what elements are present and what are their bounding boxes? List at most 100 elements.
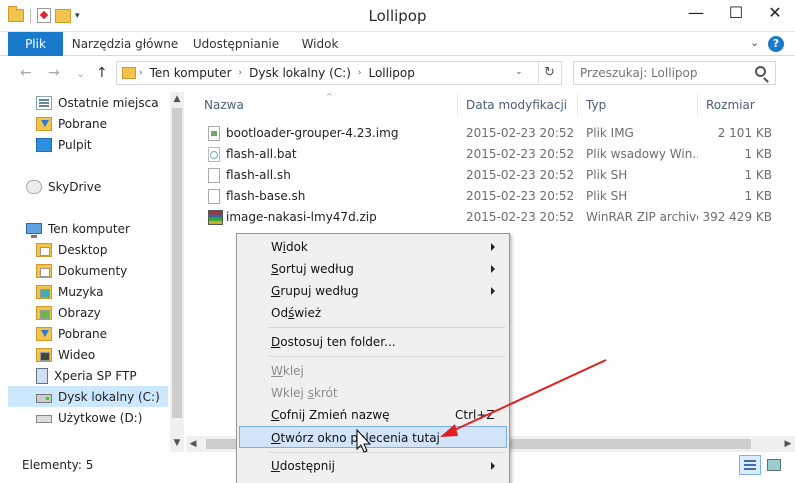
breadcrumb-separator[interactable]: › [236, 68, 246, 78]
title-bar: ▾ Lollipop — ☐ ✕ [0, 0, 795, 32]
downloads-icon [36, 326, 52, 341]
new-folder-icon[interactable] [55, 8, 71, 23]
sidebar-item-label: Wideo [58, 347, 96, 362]
scroll-left-icon[interactable]: ◀ [186, 436, 200, 452]
file-row[interactable]: flash-all.sh 2015-02-23 20:52 Plik SH 1 … [196, 165, 781, 186]
menu-accelerator: G [271, 284, 281, 298]
column-size[interactable]: Rozmiar [698, 94, 780, 116]
file-row[interactable]: flash-base.sh 2015-02-23 20:52 Plik SH 1… [196, 186, 781, 207]
details-view-icon[interactable] [739, 455, 761, 475]
maximize-button[interactable]: ☐ [716, 0, 756, 28]
scroll-down-icon[interactable]: ▼ [170, 436, 184, 450]
menu-item-refresh[interactable]: Odśwież [239, 302, 507, 324]
sidebar-item-documents[interactable]: Dokumenty [36, 260, 127, 281]
search-icon[interactable] [755, 66, 766, 77]
large-icons-view-icon[interactable] [763, 455, 785, 475]
scroll-right-icon[interactable]: ▶ [781, 436, 795, 452]
sidebar-item-downloads-2[interactable]: Pobrane [36, 323, 107, 344]
breadcrumb-separator[interactable]: › [136, 68, 146, 78]
menu-item-sort-by[interactable]: Sortuj według [239, 258, 507, 280]
expand-ribbon-icon[interactable]: ⌄ [750, 36, 759, 49]
breadcrumb-local-disk[interactable]: Dysk lokalny (C:) [245, 66, 355, 80]
menu-label: ofnij Zmień nazwę [279, 408, 390, 422]
documents-icon [36, 263, 52, 278]
sidebar-item-skydrive[interactable]: SkyDrive [26, 176, 101, 197]
address-bar[interactable]: › Ten komputer › Dysk lokalny (C:) › Lol… [116, 61, 562, 85]
sidebar-item-drive-d[interactable]: Użytkowe (D:) [36, 407, 142, 428]
menu-label: rupuj według [280, 284, 359, 298]
tab-share[interactable]: Udostępnianie [190, 32, 282, 56]
scrollbar-thumb[interactable] [172, 108, 182, 418]
tab-file[interactable]: Plik [8, 32, 63, 56]
file-row[interactable]: flash-all.bat 2015-02-23 20:52 Plik wsad… [196, 144, 781, 165]
close-button[interactable]: ✕ [755, 0, 795, 28]
tab-home[interactable]: Narzędzia główne [70, 32, 180, 56]
sidebar-item-recent-places[interactable]: Ostatnie miejsca [36, 92, 159, 113]
file-row[interactable]: bootloader-grouper-4.23.img 2015-02-23 2… [196, 123, 781, 144]
properties-icon[interactable] [37, 8, 51, 23]
menu-separator [269, 452, 505, 453]
file-name: bootloader-grouper-4.23.img [226, 126, 399, 140]
file-type: WinRAR ZIP archive [586, 210, 698, 224]
submenu-arrow-icon [491, 462, 495, 470]
file-date: 2015-02-23 20:52 [466, 126, 575, 140]
menu-item-undo-rename[interactable]: Cofnij Zmień nazwę Ctrl+Z [239, 404, 507, 426]
menu-item-group-by[interactable]: Grupuj według [239, 280, 507, 302]
menu-item-share[interactable]: Udostępnij [239, 455, 507, 477]
menu-label: klej [282, 364, 304, 378]
recent-locations-button[interactable]: ⌄ [76, 67, 85, 80]
sidebar-item-music[interactable]: Muzyka [36, 281, 103, 302]
minimize-button[interactable]: — [676, 0, 716, 28]
breadcrumb-separator[interactable]: › [355, 68, 365, 78]
menu-item-customize-folder[interactable]: Dostosuj ten folder... [239, 331, 507, 353]
sidebar-item-label: Pobrane [58, 326, 108, 341]
computer-icon [26, 223, 42, 238]
column-date-modified[interactable]: Data modyfikacji [458, 94, 578, 116]
archive-icon [208, 210, 223, 225]
file-icon [208, 189, 220, 204]
breadcrumb-lollipop[interactable]: Lollipop [364, 66, 418, 80]
sidebar-item-this-pc[interactable]: Ten komputer [26, 218, 130, 239]
column-type[interactable]: Typ [578, 94, 698, 116]
address-dropdown-icon[interactable]: ⌄ [515, 67, 523, 77]
search-box[interactable] [573, 61, 776, 85]
music-icon [36, 284, 52, 299]
sidebar-item-label: Ostatnie miejsca [58, 95, 159, 110]
file-size: 2 101 KB [717, 126, 772, 140]
sidebar-item-label: Desktop [58, 242, 108, 257]
sidebar-item-desktop[interactable]: Pulpit [36, 134, 92, 155]
tab-view[interactable]: Widok [294, 32, 346, 56]
submenu-arrow-icon [491, 243, 495, 251]
customize-toolbar-icon[interactable]: ▾ [75, 11, 85, 21]
search-input[interactable] [580, 65, 750, 81]
ribbon: Plik Narzędzia główne Udostępnianie Wido… [0, 32, 795, 56]
menu-label: Od [271, 306, 289, 320]
forward-button[interactable]: → [48, 65, 60, 81]
scroll-up-icon[interactable]: ▲ [170, 92, 184, 106]
sidebar-item-label: Muzyka [58, 284, 104, 299]
file-size: 1 KB [744, 189, 772, 203]
sidebar-item-pictures[interactable]: Obrazy [36, 302, 101, 323]
sidebar-scrollbar[interactable]: ▲ ▼ [170, 92, 184, 452]
sidebar-item-label: Pulpit [58, 137, 92, 152]
back-button[interactable]: ← [20, 65, 32, 81]
menu-item-view[interactable]: Widok [239, 236, 507, 258]
sidebar-item-local-disk-c[interactable]: Dysk lokalny (C:) [8, 386, 168, 407]
breadcrumb-this-pc[interactable]: Ten komputer [146, 66, 236, 80]
sidebar-item-downloads[interactable]: Pobrane [36, 113, 107, 134]
menu-label: wież [294, 306, 322, 320]
menu-item-open-command-window[interactable]: Otwórz okno polecenia tutaj [239, 426, 507, 448]
help-icon[interactable]: ? [768, 36, 784, 52]
sidebar-item-xperia-ftp[interactable]: Xperia SP FTP [36, 365, 137, 386]
sidebar-item-videos[interactable]: Wideo [36, 344, 95, 365]
menu-label: krót [313, 386, 338, 400]
sort-ascending-icon: ^ [326, 92, 333, 101]
file-type: Plik IMG [586, 126, 634, 140]
file-type: Plik SH [586, 189, 628, 203]
sidebar-item-label: Obrazy [58, 305, 101, 320]
sidebar-item-desktop-folder[interactable]: Desktop [36, 239, 108, 260]
refresh-button[interactable]: ↻ [538, 62, 560, 84]
file-row[interactable]: image-nakasi-lmy47d.zip 2015-02-23 20:52… [196, 207, 781, 228]
up-button[interactable]: ↑ [96, 65, 108, 81]
menu-accelerator: D [271, 335, 281, 349]
